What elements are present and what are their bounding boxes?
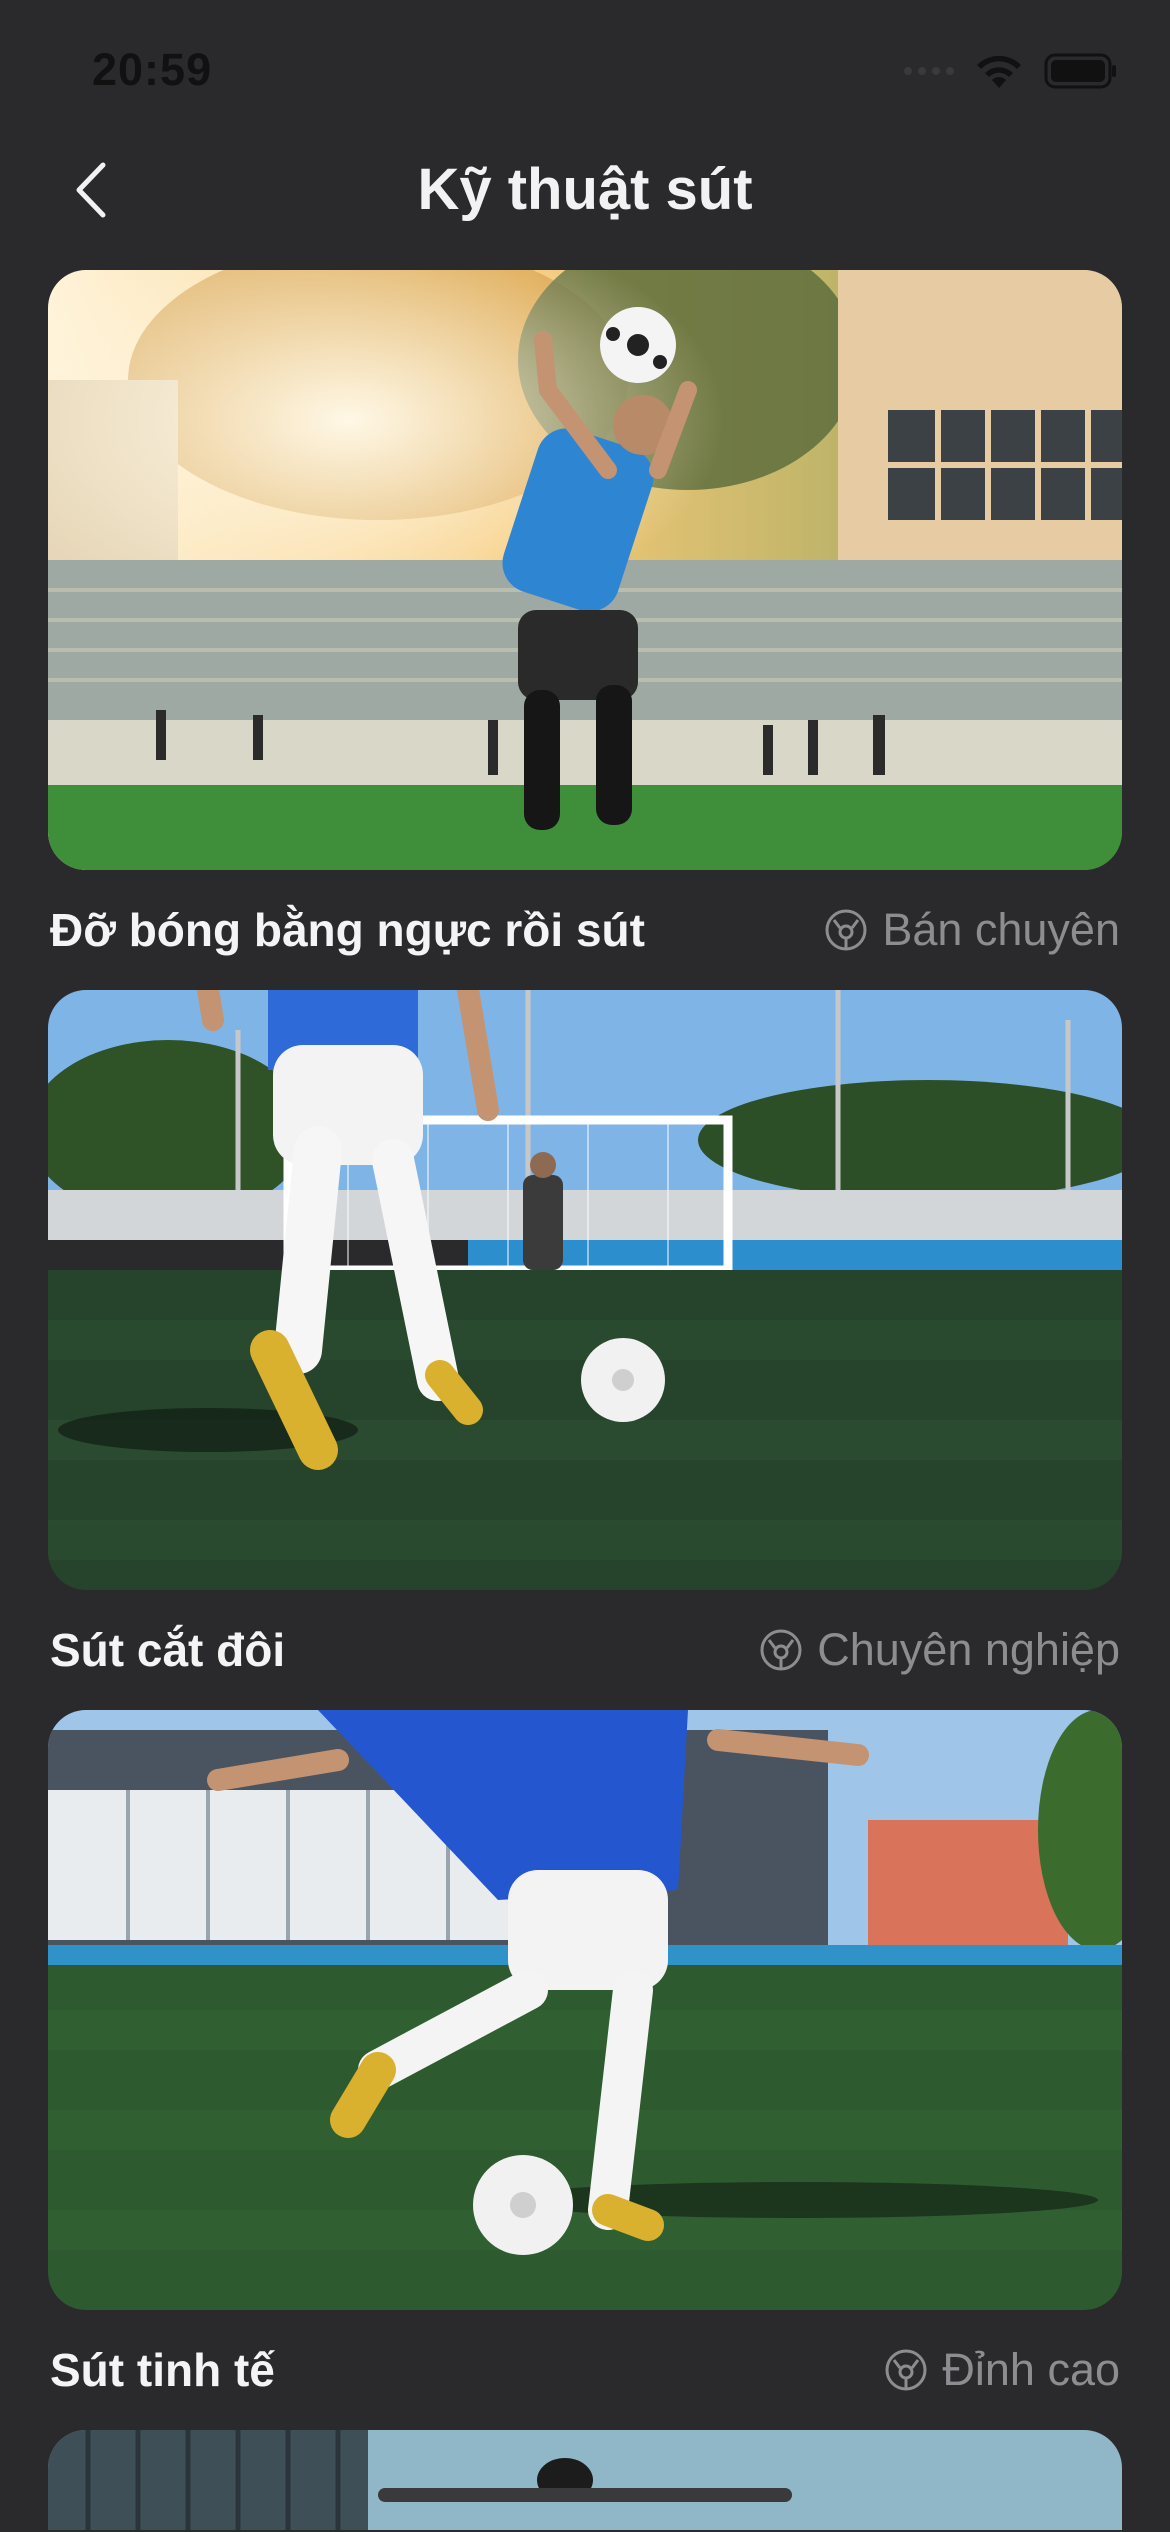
technique-card[interactable]: Đỡ bóng bằng ngực rồi sút Bán chuyên [48, 270, 1122, 990]
technique-card[interactable]: Sút tinh tế Đỉnh cao [48, 1710, 1122, 2430]
soccer-ball-icon [760, 1629, 802, 1671]
cellular-signal-icon [904, 67, 954, 75]
status-icons [904, 52, 1118, 90]
technique-level: Chuyên nghiệp [759, 1624, 1120, 1676]
technique-photo [48, 990, 1122, 1590]
technique-name: Sút cắt đôi [50, 1624, 286, 1676]
technique-level-label: Chuyên nghiệp [817, 1624, 1120, 1675]
technique-card[interactable]: Sút cắt đôi Chuyên nghiệp [48, 990, 1122, 1710]
wifi-icon [977, 55, 1021, 88]
status-time: 20:59 [92, 44, 213, 95]
technique-list: Đỡ bóng bằng ngực rồi sút Bán chuyên Sút… [48, 270, 1122, 2530]
technique-photo [48, 1710, 1122, 2310]
soccer-ball-icon [885, 2349, 927, 2391]
technique-photo [48, 270, 1122, 870]
page-title: Kỹ thuật sút [417, 157, 753, 222]
technique-meta: Đỡ bóng bằng ngực rồi sút Bán chuyên [48, 870, 1122, 990]
technique-level: Bán chuyên [824, 904, 1120, 956]
technique-meta: Sút cắt đôi Chuyên nghiệp [48, 1590, 1122, 1710]
technique-name: Sút tinh tế [50, 2344, 275, 2396]
navigation-bar: Kỹ thuật sút [0, 140, 1170, 240]
home-indicator[interactable] [378, 2488, 792, 2502]
technique-level: Đỉnh cao [884, 2344, 1120, 2396]
technique-level-label: Đỉnh cao [942, 2344, 1120, 2395]
status-bar: 20:59 [0, 0, 1170, 150]
technique-meta: Sút tinh tế Đỉnh cao [48, 2310, 1122, 2430]
soccer-ball-icon [825, 909, 867, 951]
technique-level-label: Bán chuyên [882, 904, 1120, 955]
battery-icon [1044, 53, 1116, 89]
technique-card[interactable] [48, 2430, 1122, 2530]
technique-photo [48, 2430, 1122, 2530]
technique-name: Đỡ bóng bằng ngực rồi sút [50, 904, 645, 956]
